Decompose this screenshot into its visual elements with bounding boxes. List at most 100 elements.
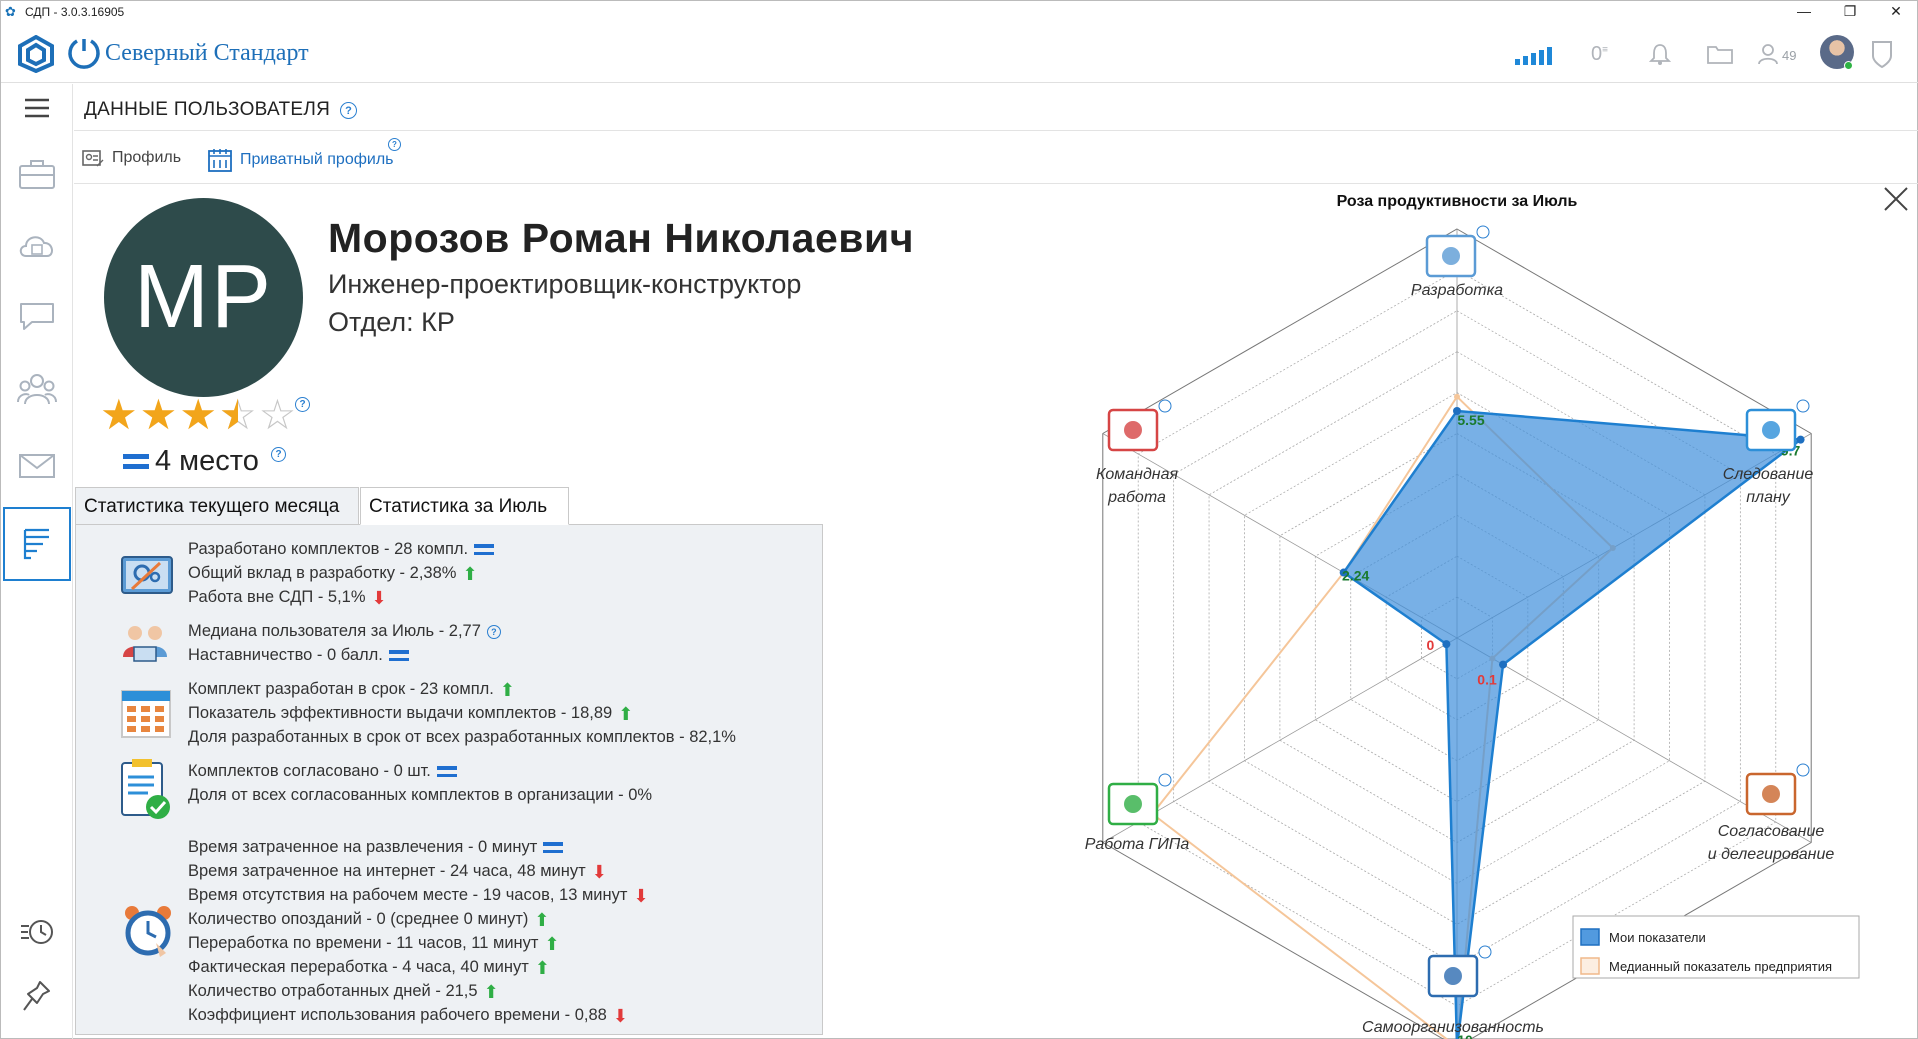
axis-category-icon-mark [1444, 967, 1462, 985]
up-arrow-icon: ⬆ [462, 563, 478, 584]
signal-icon[interactable] [1515, 45, 1552, 65]
pin-icon[interactable] [15, 976, 59, 1016]
teamwork-icon [123, 626, 167, 662]
folder-icon[interactable] [1707, 44, 1733, 64]
axis-category-icon-mark [1762, 421, 1780, 439]
axis-label: Работа ГИПа [1085, 836, 1190, 853]
axis-help-icon[interactable] [1478, 945, 1492, 959]
up-arrow-icon: ⬆ [483, 981, 499, 1002]
tab-profile[interactable]: Профиль [82, 148, 181, 168]
briefcase-icon[interactable] [15, 154, 59, 194]
users-count: 49 [1782, 48, 1797, 63]
minimize-button[interactable]: — [1781, 1, 1827, 23]
stat-line: Разработано комплектов - 28 компл. [188, 540, 495, 559]
axis-label: плану [1746, 489, 1791, 506]
stat-text: Разработано комплектов - 28 компл. [188, 540, 469, 558]
approval-clipboard-icon [121, 759, 170, 819]
down-arrow-icon: ⬇ [612, 1005, 628, 1026]
users-icon[interactable] [1757, 42, 1779, 66]
app-gear-icon: ✿ [5, 4, 16, 19]
legend-label: Медианный показатель предприятия [1609, 959, 1832, 974]
stat-line: Комплектов согласовано - 0 шт. [188, 762, 457, 781]
axis-help-icon[interactable] [1476, 225, 1490, 239]
axis-label: Самоорганизованность [1362, 1019, 1544, 1036]
stat-line: Наставничество - 0 балл. [188, 646, 409, 665]
mine-point [1499, 660, 1508, 669]
restore-button[interactable]: ❐ [1827, 1, 1873, 23]
cloud-storage-icon[interactable] [15, 226, 59, 266]
counter-zero: 0 [1591, 43, 1603, 65]
counter-zero-icon[interactable]: 0≡ [1591, 43, 1608, 66]
legend-swatch [1580, 957, 1600, 975]
star-full-icon: ★ [139, 391, 178, 438]
productivity-radar-chart: Роза продуктивности за Июль5.559.70.1100… [1085, 193, 1860, 1039]
private-profile-help-icon[interactable]: ? [388, 138, 401, 151]
tab-july-stats[interactable]: Статистика за Июль [360, 487, 569, 525]
axis-help-icon[interactable] [1796, 763, 1810, 777]
page-help-icon[interactable]: ? [340, 102, 357, 119]
axis-category-icon-mark [1762, 785, 1780, 803]
app-window: ✿ СДП - 3.0.3.16905 — ❐ ✕ Северный Станд… [0, 0, 1918, 1039]
star-half-icon: ☆★ [218, 391, 257, 438]
stat-text: Доля от всех согласованных комплектов в … [188, 786, 653, 804]
stat-line: Доля от всех согласованных комплектов в … [188, 786, 652, 805]
team-icon[interactable] [15, 369, 59, 409]
star-full-icon: ★ [100, 391, 138, 438]
page-title: ДАННЫЕ ПОЛЬЗОВАТЕЛЯ [84, 99, 331, 120]
axis-help-icon[interactable] [1158, 399, 1172, 413]
equal-trend-icon [474, 544, 495, 555]
median-help-icon[interactable]: ? [486, 624, 501, 639]
tab-private-profile[interactable]: Приватный профиль [208, 148, 393, 172]
hamburger-menu-icon[interactable] [15, 88, 59, 128]
app-header: Северный Стандарт 0≡ 49 [1, 23, 1918, 83]
chart-title: Роза продуктивности за Июль [1337, 193, 1578, 210]
axis-label: и делегирование [1708, 846, 1835, 863]
window-title: СДП - 3.0.3.16905 [25, 5, 125, 19]
ranking-place-label: 4 место [155, 445, 259, 477]
axis-label: Разработка [1411, 282, 1503, 299]
calendar-icon [208, 149, 232, 172]
user-data-nav-icon[interactable] [3, 507, 71, 581]
axis-help-icon[interactable] [1796, 399, 1810, 413]
up-arrow-icon: ⬆ [618, 703, 634, 724]
close-chart-icon[interactable] [1883, 186, 1909, 212]
up-arrow-icon: ⬆ [544, 933, 560, 954]
stat-line: Количество отработанных дней - 21,5 ⬆ [188, 982, 499, 1001]
close-window-button[interactable]: ✕ [1873, 1, 1918, 23]
tab-profile-label: Профиль [112, 149, 182, 166]
data-label: 5.55 [1457, 412, 1484, 428]
stat-text: Комплектов согласовано - 0 шт. [188, 762, 431, 780]
chat-icon[interactable] [15, 296, 59, 336]
equal-trend-icon [543, 842, 564, 853]
stat-text: Коэффициент использования рабочего време… [188, 1006, 607, 1024]
ranking-place: 4 место [123, 445, 259, 478]
alarm-clock-icon [125, 906, 171, 957]
axis-category-icon-mark [1124, 421, 1142, 439]
stat-text: Количество отработанных дней - 21,5 [188, 982, 478, 1000]
stat-text: Работа вне СДП - 5,1% [188, 588, 366, 606]
stat-line: Переработка по времени - 11 часов, 11 ми… [188, 934, 560, 953]
place-help-icon[interactable]: ? [271, 447, 286, 462]
rating-help-icon[interactable]: ? [295, 397, 310, 412]
axis-label: Согласование [1718, 823, 1825, 840]
star-full-icon: ★ [179, 391, 217, 438]
profile-card-icon [82, 150, 104, 167]
shield-icon[interactable] [1870, 39, 1894, 69]
app-logo-icon[interactable] [17, 35, 55, 73]
history-clock-icon[interactable] [15, 912, 59, 952]
profile-tabs: Профиль Приватный профиль ? [74, 132, 1918, 184]
development-icon [121, 556, 173, 594]
user-avatar: МР [104, 198, 303, 397]
stat-text: Время затраченное на интернет - 24 часа,… [188, 862, 586, 880]
tab-current-month-stats[interactable]: Статистика текущего месяца [75, 487, 359, 525]
stat-text: Показатель эффективности выдачи комплект… [188, 704, 613, 722]
stat-text: Медиана пользователя за Июль - 2,77 [188, 622, 481, 640]
bell-icon[interactable] [1649, 42, 1671, 66]
stat-text: Время отсутствия на рабочем месте - 19 ч… [188, 886, 628, 904]
user-department: Отдел: КР [328, 307, 455, 337]
axis-help-icon[interactable] [1158, 773, 1172, 787]
user-full-name: Морозов Роман Николаевич [328, 215, 914, 261]
stat-line: Работа вне СДП - 5,1% ⬇ [188, 588, 387, 607]
stat-text: Наставничество - 0 балл. [188, 646, 383, 664]
mail-icon[interactable] [15, 446, 59, 486]
